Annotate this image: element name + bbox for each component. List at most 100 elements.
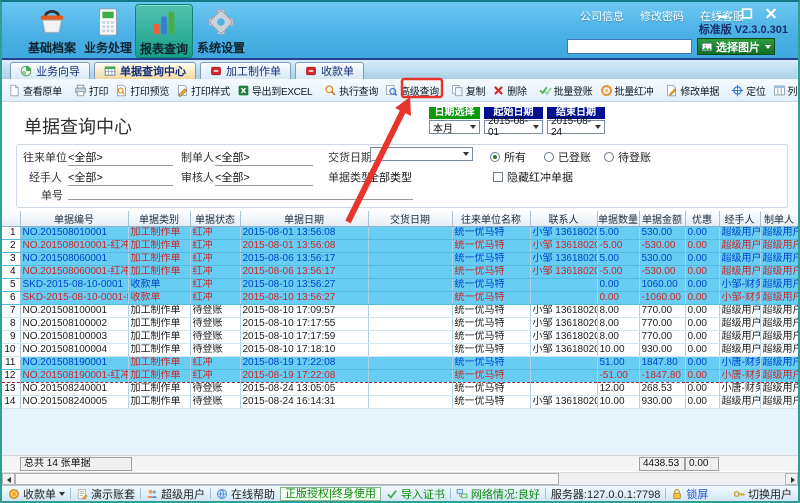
tab-3[interactable]: 收款单	[295, 62, 364, 79]
statusbar-item-l4[interactable]: 正版授权|终身使用	[280, 487, 381, 501]
radio-0[interactable]: 所有	[490, 149, 526, 165]
column-header[interactable]: 单据日期	[240, 211, 368, 227]
toolbar-button-1[interactable]: 打印	[71, 82, 111, 99]
cell	[368, 240, 452, 253]
date-filter-combo-1[interactable]: 2015-08-01	[484, 120, 543, 134]
table-row[interactable]: 3NO.201508060001加工制作单红冲2015-08-06 13:56:…	[2, 253, 798, 266]
statusbar-item-l5[interactable]: 导入证书	[386, 486, 445, 502]
column-header[interactable]: 优惠	[685, 211, 719, 227]
table-row[interactable]: 13NO.201508240001加工制作单待登账2015-08-24 13:0…	[2, 383, 798, 396]
toolbar-button-12[interactable]: 定位	[728, 82, 768, 99]
date-filter-combo-2[interactable]: 2015-08-24	[547, 120, 605, 134]
statusbar-item-l3[interactable]: 在线帮助	[216, 486, 275, 502]
choose-image-button[interactable]: 选择图片	[697, 38, 775, 55]
column-header[interactable]: 单据编号	[20, 211, 128, 227]
table-row[interactable]: 2NO.201508010001-红冲加工制作单红冲2015-08-01 13:…	[2, 240, 798, 253]
table-row[interactable]: 8NO.201508100002加工制作单待登账2015-08-10 17:17…	[2, 318, 798, 331]
column-header[interactable]: 单据类别	[128, 211, 190, 227]
scroll-right-arrow[interactable]	[785, 473, 798, 485]
column-header[interactable]: 制单人	[760, 211, 798, 227]
filter-value-0[interactable]: <全部>	[68, 149, 173, 166]
column-header[interactable]: 往来单位名称	[452, 211, 530, 227]
calculator-icon	[93, 7, 123, 37]
filter-value-6[interactable]	[68, 187, 413, 200]
table-row[interactable]: 11NO.201508190001加工制作单红冲2015-08-19 17:22…	[2, 357, 798, 370]
toolbar-button-label: 批量登账	[554, 83, 593, 98]
column-header[interactable]: 联系人	[530, 211, 597, 227]
delivery-date-combo[interactable]	[370, 147, 473, 161]
toolbar-button-0[interactable]: 查看原单	[5, 82, 65, 99]
table-row[interactable]: 14NO.201508240005加工制作单待登账2015-08-24 16:1…	[2, 396, 798, 409]
toolbar-button-3[interactable]: 打印样式	[173, 82, 233, 99]
cell: 930.00	[639, 344, 685, 357]
cell	[530, 357, 597, 370]
table-row[interactable]: 9NO.201508100003加工制作单待登账2015-08-10 17:17…	[2, 331, 798, 344]
hide-reversed-checkbox[interactable]: 隐藏红冲单据	[493, 169, 573, 185]
statusbar-item-l0[interactable]: 收款单	[8, 486, 65, 502]
toolbar-button-13[interactable]: 列配置	[770, 82, 798, 99]
toolbar-button-10[interactable]: 批量红冲	[597, 82, 657, 99]
radio-1[interactable]: 已登账	[544, 149, 591, 165]
column-header[interactable]: 单据数量	[597, 211, 639, 227]
tab-0[interactable]: 业务向导	[10, 62, 90, 79]
toolbar-button-8[interactable]: 删除	[489, 82, 529, 99]
module-0[interactable]: 基础档案	[23, 4, 81, 58]
close-button[interactable]	[764, 7, 778, 20]
toolbar-button-9[interactable]: 批量登账	[536, 82, 596, 99]
table-row[interactable]: 4NO.201508060001-红冲加工制作单红冲2015-08-06 13:…	[2, 266, 798, 279]
chart-icon	[149, 8, 179, 38]
minimize-button[interactable]	[716, 7, 730, 20]
table-row[interactable]: 12NO.201508190001-红冲加工制作单红冲2015-08-19 17…	[2, 370, 798, 383]
scrollbar-thumb[interactable]	[15, 473, 559, 485]
statusbar-item-l6[interactable]: 网络情况:良好	[456, 486, 540, 502]
cell: 268.53	[639, 383, 685, 396]
filter-value-4[interactable]: <全部>	[215, 169, 313, 186]
cell: 2015-08-19 17:22:08	[240, 370, 368, 383]
toolbar: 查看原单 打印 打印预览 打印样式 导出到EXCEL 执行查询 高级查询 复制 …	[2, 79, 798, 102]
table-row[interactable]: 10NO.201508100004加工制作单待登账2015-08-10 17:1…	[2, 344, 798, 357]
statusbar-item-r0[interactable]: 切换用户	[733, 486, 792, 502]
module-3[interactable]: 系统设置	[192, 4, 250, 58]
toolbar-button-11[interactable]: 修改单据	[662, 82, 722, 99]
filter-value-3[interactable]: <全部>	[68, 169, 173, 186]
horizontal-scrollbar[interactable]	[2, 472, 798, 485]
module-2[interactable]: 报表查询	[135, 4, 193, 58]
image-path-input[interactable]	[567, 39, 692, 54]
cell: 超级用户	[760, 318, 798, 331]
toolbar-button-2[interactable]: 打印预览	[112, 82, 172, 99]
titlebar-link-1[interactable]: 修改密码	[640, 8, 684, 24]
cell: 超级用户	[760, 240, 798, 253]
table-row[interactable]: 7NO.201508100001加工制作单待登账2015-08-10 17:09…	[2, 305, 798, 318]
column-header[interactable]: 经手人	[719, 211, 760, 227]
scroll-left-arrow[interactable]	[2, 473, 15, 485]
column-header[interactable]: 单据状态	[190, 211, 240, 227]
cell: 超级用户	[760, 396, 798, 409]
tab-2[interactable]: 加工制作单	[200, 62, 291, 79]
column-header[interactable]: 交货日期	[368, 211, 452, 227]
radio-2[interactable]: 待登账	[604, 149, 651, 165]
cell: NO.201508190001	[20, 357, 128, 370]
column-header[interactable]	[2, 211, 20, 227]
tab-1[interactable]: 单据查询中心	[94, 62, 196, 79]
table-row[interactable]: 5SKD-2015-08-10-0001收款单红冲2015-08-10 13:5…	[2, 279, 798, 292]
maximize-button[interactable]	[740, 7, 754, 20]
module-1[interactable]: 业务处理	[79, 4, 137, 58]
toolbar-button-6[interactable]: 高级查询	[382, 82, 442, 99]
toolbar-button-4[interactable]: 导出到EXCEL	[234, 82, 315, 99]
cell: 收款单	[128, 292, 190, 305]
table-row[interactable]: 1NO.201508010001加工制作单红冲2015-08-01 13:56:…	[2, 227, 798, 240]
statusbar-item-l7[interactable]: 服务器:127.0.0.1:7798	[551, 486, 660, 502]
column-header[interactable]: 单据金额	[639, 211, 685, 227]
filter-value-1[interactable]: <全部>	[215, 149, 313, 166]
table-row[interactable]: 6SKD-2015-08-10-0001-红冲收款单红冲2015-08-10 1…	[2, 292, 798, 305]
toolbar-button-5[interactable]: 执行查询	[321, 82, 381, 99]
statusbar-item-l2[interactable]: 超级用户	[146, 486, 205, 502]
radio-label: 待登账	[618, 149, 651, 165]
filter-value-5[interactable]: 全部类型	[368, 169, 438, 185]
titlebar-link-0[interactable]: 公司信息	[580, 8, 624, 24]
cell	[368, 318, 452, 331]
date-filter-combo-0[interactable]: 本月	[429, 120, 480, 134]
statusbar-item-l1[interactable]: 演示账套	[76, 486, 135, 502]
statusbar-item-l8[interactable]: 锁屏	[671, 486, 708, 502]
toolbar-button-7[interactable]: 复制	[448, 82, 488, 99]
